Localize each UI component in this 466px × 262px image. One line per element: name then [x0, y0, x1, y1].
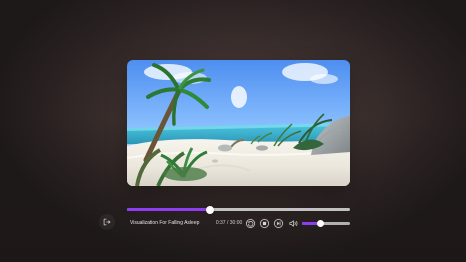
progress-thumb[interactable] [205, 205, 214, 214]
player-controls: Visualization For Falling Asleep 0:37 / … [127, 205, 350, 232]
stop-button[interactable] [259, 218, 270, 229]
volume-icon [289, 219, 298, 227]
stop-circle-icon [259, 218, 269, 228]
progress-slider[interactable] [127, 205, 350, 214]
time-display: 0:37 / 30:00 [215, 220, 243, 226]
volume-slider[interactable] [301, 219, 350, 227]
control-bar: Visualization For Falling Asleep 0:37 / … [127, 214, 350, 232]
video-title: Visualization For Falling Asleep [130, 220, 200, 226]
skip-next-circle-icon [273, 218, 283, 228]
volume-button[interactable] [288, 218, 299, 229]
video-frame [127, 60, 350, 186]
exit-button[interactable] [99, 214, 115, 230]
volume-thumb[interactable] [317, 219, 325, 227]
progress-fill [127, 208, 210, 211]
rotate-ccw-icon [245, 218, 255, 228]
replay-button[interactable] [245, 218, 256, 229]
exit-icon [103, 218, 111, 226]
video-panel[interactable] [127, 60, 350, 186]
next-button[interactable] [273, 218, 284, 229]
